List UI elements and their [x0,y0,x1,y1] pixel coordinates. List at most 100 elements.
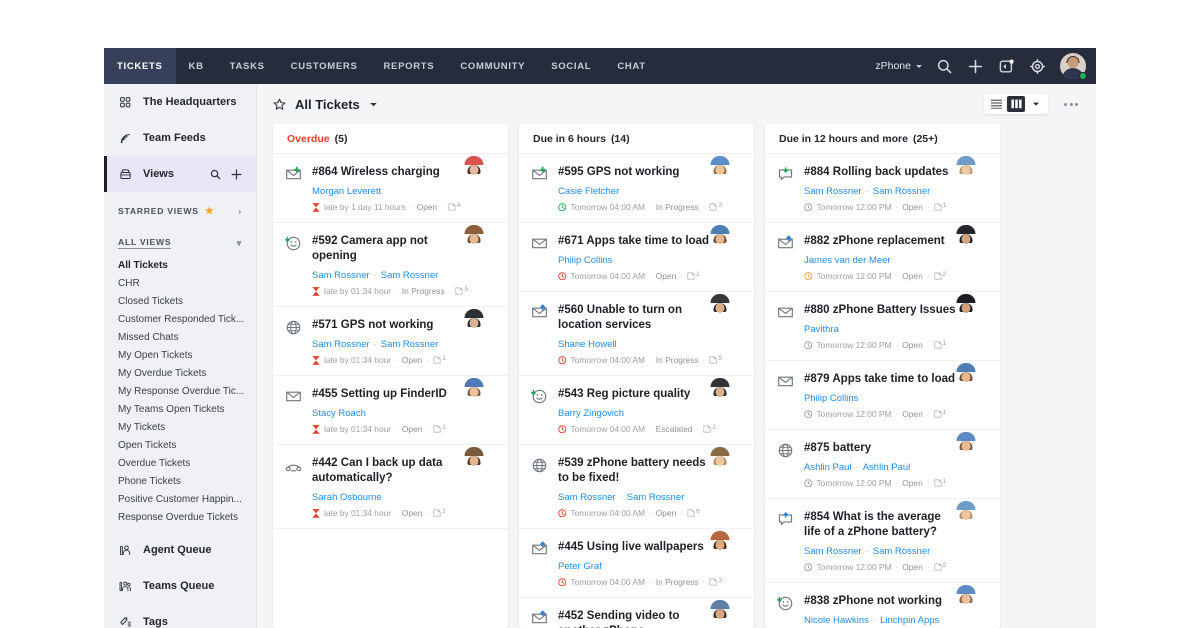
assignee-avatar[interactable] [956,225,988,256]
view-list-item[interactable]: Overdue Tickets [104,454,256,472]
view-list-item[interactable]: Phone Tickets [104,472,256,490]
sidebar-item-agent-queue[interactable]: Agent Queue [104,532,256,568]
ticket-contact[interactable]: Morgan Leverett [312,185,381,198]
view-list-item[interactable]: CHR [104,274,256,292]
sidebar-item-teams-queue[interactable]: Teams Queue [104,568,256,604]
chevron-down-icon[interactable] [369,100,378,109]
list-view-icon[interactable] [987,96,1005,112]
ticket-card[interactable]: #595 GPS not working Casie Fletcher Tomorr… [519,154,754,223]
ticket-contact[interactable]: Sam Rossner [558,491,616,504]
ticket-contact[interactable]: Shane Howell [558,338,617,351]
view-list-item[interactable]: My Tickets [104,418,256,436]
add-icon[interactable] [967,58,984,75]
view-list-item[interactable]: Customer Responded Tick... [104,310,256,328]
ticket-card[interactable]: #838 zPhone not working Nicole Hawkins · Li… [765,583,1000,628]
ticket-contact[interactable]: Casie Fletcher [558,185,619,198]
assignee-avatar[interactable] [710,447,742,478]
ticket-card[interactable]: #882 zPhone replacement James van der Mee… [765,223,1000,292]
ticket-contact[interactable]: Sam Rossner [804,185,862,198]
assignee-avatar[interactable] [710,600,742,628]
nav-item-reports[interactable]: REPORTS [371,48,448,84]
ticket-contact[interactable]: Sam Rossner [381,269,439,282]
assignee-avatar[interactable] [464,225,496,256]
ticket-card[interactable]: #442 Can I back up data automatically? Sa… [273,445,508,529]
add-view-icon[interactable] [231,169,242,180]
sidebar-item-team-feeds[interactable]: Team Feeds [104,120,256,156]
ticket-contact[interactable]: Philip Collins [804,392,858,405]
sidebar-item-views[interactable]: Views [104,156,256,192]
ticket-card[interactable]: #445 Using live wallpapers Peter Graf Tomo… [519,529,754,598]
ticket-card[interactable]: #539 zPhone battery needs to be fixed! Sa… [519,445,754,529]
assignee-avatar[interactable] [710,531,742,562]
brand-selector[interactable]: zPhone [875,60,922,72]
nav-item-kb[interactable]: KB [176,48,217,84]
user-avatar[interactable] [1060,53,1087,80]
view-list-item[interactable]: My Overdue Tickets [104,364,256,382]
view-list-item[interactable]: Missed Chats [104,328,256,346]
ticket-contact[interactable]: Stacy Roach [312,407,366,420]
assignee-avatar[interactable] [710,225,742,256]
ticket-card[interactable]: #543 Reg picture quality Barry Zingovich T… [519,376,754,445]
assignee-avatar[interactable] [464,447,496,478]
assignee-avatar[interactable] [956,294,988,325]
nav-item-social[interactable]: SOCIAL [538,48,604,84]
ticket-contact[interactable]: Sam Rossner [627,491,685,504]
ticket-contact[interactable]: Barry Zingovich [558,407,624,420]
assignee-avatar[interactable] [710,294,742,325]
assignee-avatar[interactable] [464,309,496,340]
assignee-avatar[interactable] [956,432,988,463]
assignee-avatar[interactable] [464,156,496,187]
nav-item-customers[interactable]: CUSTOMERS [278,48,371,84]
starred-views-section-header[interactable]: STARRED VIEWS ★ › [104,198,256,224]
assignee-avatar[interactable] [956,501,988,532]
ticket-card[interactable]: #452 Sending video to another zPhoneRaje… [519,598,754,628]
ticket-contact[interactable]: Sam Rossner [873,185,931,198]
assignee-avatar[interactable] [956,156,988,187]
ticket-contact[interactable]: Sarah Osbourne [312,491,382,504]
settings-gear-icon[interactable] [1029,58,1046,75]
nav-item-tickets[interactable]: TICKETS [104,48,176,84]
view-list-item[interactable]: My Teams Open Tickets [104,400,256,418]
ticket-card[interactable]: #455 Setting up FinderID Stacy Roach late … [273,376,508,445]
ticket-card[interactable]: #875 battery Ashlin Paul · Ashlin Paul Tomor… [765,430,1000,499]
ticket-contact[interactable]: James van der Meer [804,254,891,267]
more-options-icon[interactable] [1064,102,1078,106]
ticket-contact[interactable]: Pavithra [804,323,839,336]
nav-item-chat[interactable]: CHAT [604,48,658,84]
view-list-item[interactable]: Positive Customer Happin... [104,490,256,508]
ticket-card[interactable]: #560 Unable to turn on location services… [519,292,754,376]
ticket-contact[interactable]: Philip Collins [558,254,612,267]
ticket-card[interactable]: #864 Wireless charging Morgan Leverett lat… [273,154,508,223]
ticket-contact[interactable]: Ashlin Paul [863,461,911,474]
ticket-contact[interactable]: Sam Rossner [804,545,862,558]
ticket-card[interactable]: #854 What is the average life of a zPhon… [765,499,1000,583]
nav-item-community[interactable]: COMMUNITY [447,48,538,84]
assignee-avatar[interactable] [710,378,742,409]
ticket-contact[interactable]: Sam Rossner [312,338,370,351]
ticket-card[interactable]: #571 GPS not working Sam Rossner · Sam Ross… [273,307,508,376]
view-list-item[interactable]: Response Overdue Tickets [104,508,256,526]
nav-item-tasks[interactable]: TASKS [217,48,278,84]
assignee-avatar[interactable] [956,585,988,616]
search-views-icon[interactable] [210,169,221,180]
kanban-view-icon[interactable] [1007,96,1025,112]
ticket-contact[interactable]: Nicole Hawkins [804,614,869,627]
assignee-avatar[interactable] [710,156,742,187]
ticket-contact[interactable]: Linchpin Apps [880,614,939,627]
ticket-contact[interactable]: Ashlin Paul [804,461,852,474]
assignee-avatar[interactable] [956,363,988,394]
view-options-chevron-down-icon[interactable] [1027,96,1045,112]
ticket-card[interactable]: #884 Rolling back updates Sam Rossner · Sam… [765,154,1000,223]
ticket-card[interactable]: #671 Apps take time to load Philip Collin… [519,223,754,292]
announcement-icon[interactable] [998,58,1015,75]
ticket-card[interactable]: #880 zPhone Battery Issues Pavithra Tomorr… [765,292,1000,361]
all-views-section-header[interactable]: ALL VIEWS ▾ [104,230,256,256]
ticket-contact[interactable]: Sam Rossner [873,545,931,558]
assignee-avatar[interactable] [464,378,496,409]
ticket-card[interactable]: #592 Camera app not opening Sam Rossner · S… [273,223,508,307]
ticket-contact[interactable]: Sam Rossner [381,338,439,351]
sidebar-item-tags[interactable]: Tags [104,604,256,628]
ticket-contact[interactable]: Sam Rossner [312,269,370,282]
sidebar-item-the-headquarters[interactable]: The Headquarters [104,84,256,120]
view-list-item[interactable]: Open Tickets [104,436,256,454]
